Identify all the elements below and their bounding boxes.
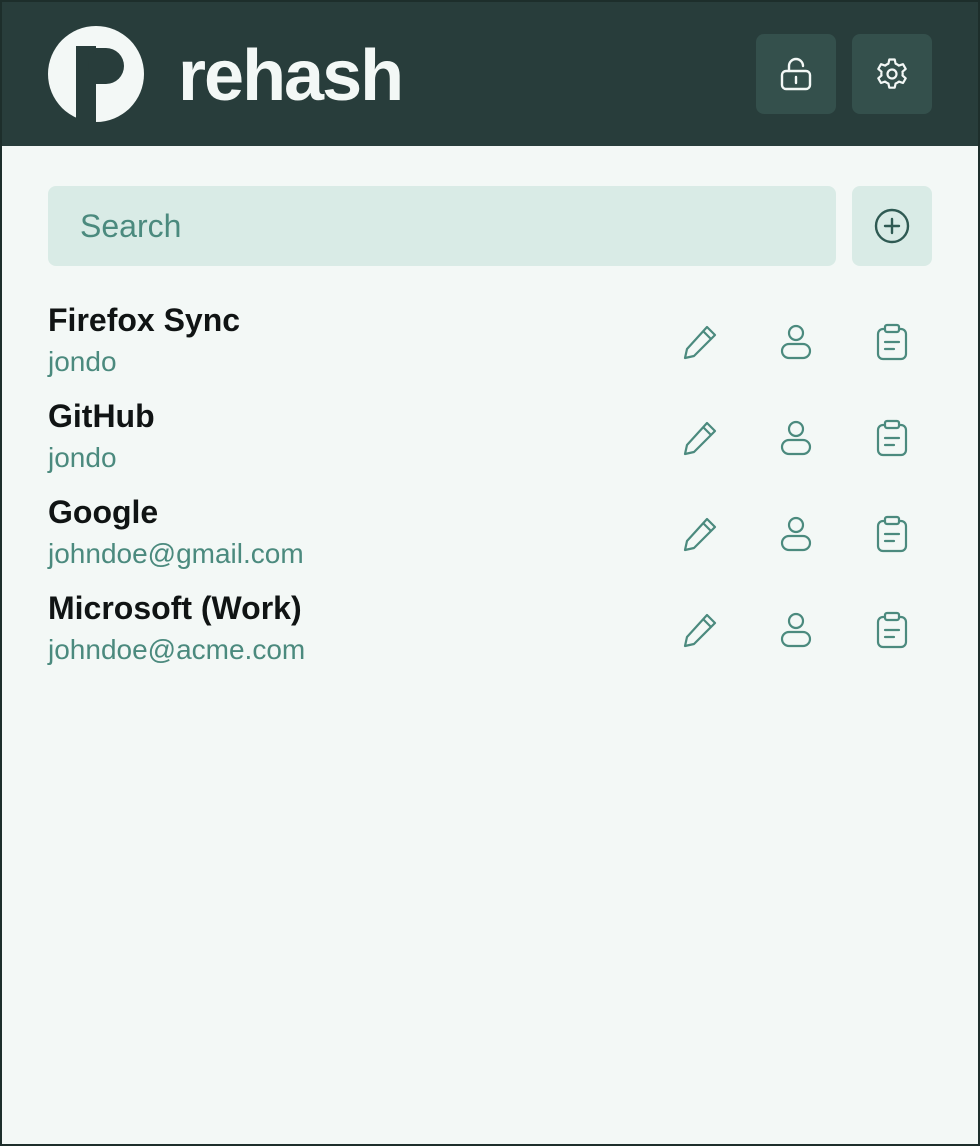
- copy-password-button[interactable]: [852, 406, 932, 470]
- list-item: Google johndoe@gmail.com: [48, 486, 932, 582]
- add-entry-button[interactable]: [852, 186, 932, 266]
- pencil-icon: [683, 325, 717, 360]
- entry-name: Microsoft (Work): [48, 590, 302, 626]
- entry-text: GitHub jondo: [48, 396, 628, 478]
- user-icon: [780, 516, 812, 552]
- copy-username-button[interactable]: [756, 310, 836, 374]
- pencil-icon: [683, 517, 717, 552]
- copy-password-button[interactable]: [852, 310, 932, 374]
- entry-actions: [660, 502, 932, 566]
- entry-name: Firefox Sync: [48, 302, 241, 338]
- entry-actions: [660, 406, 932, 470]
- pencil-icon: [683, 613, 717, 648]
- header-bar: rehash: [2, 0, 978, 146]
- plus-circle-icon: [874, 208, 910, 244]
- search-input[interactable]: [48, 186, 836, 266]
- user-icon: [780, 324, 812, 360]
- edit-button[interactable]: [660, 598, 740, 662]
- rehash-logo: [48, 26, 144, 122]
- list-item: Firefox Sync jondo: [48, 294, 932, 390]
- settings-button[interactable]: [852, 34, 932, 114]
- entry-username: johndoe@gmail.com: [48, 538, 304, 569]
- copy-username-button[interactable]: [756, 598, 836, 662]
- edit-button[interactable]: [660, 502, 740, 566]
- edit-button[interactable]: [660, 406, 740, 470]
- copy-username-button[interactable]: [756, 502, 836, 566]
- entry-name: GitHub: [48, 398, 155, 434]
- copy-password-button[interactable]: [852, 502, 932, 566]
- entry-text: Google johndoe@gmail.com: [48, 492, 628, 574]
- unlocked-padlock-icon: [780, 57, 812, 91]
- brand-name: rehash: [178, 36, 404, 116]
- entry-actions: [660, 310, 932, 374]
- list-item: GitHub jondo: [48, 390, 932, 486]
- list-item: Microsoft (Work) johndoe@acme.com: [48, 582, 932, 678]
- user-icon: [780, 612, 812, 648]
- entry-username: johndoe@acme.com: [48, 634, 306, 665]
- entry-name: Google: [48, 494, 159, 530]
- entry-list: Firefox Sync jondo GitHub jondo Google j…: [48, 294, 932, 678]
- search-row: [48, 186, 932, 266]
- edit-button[interactable]: [660, 310, 740, 374]
- copy-password-button[interactable]: [852, 598, 932, 662]
- user-icon: [780, 420, 812, 456]
- entry-actions: [660, 598, 932, 662]
- clipboard-icon: [876, 323, 908, 361]
- gear-icon: [877, 58, 907, 89]
- entry-text: Firefox Sync jondo: [48, 300, 628, 382]
- entry-text: Microsoft (Work) johndoe@acme.com: [48, 588, 628, 670]
- copy-username-button[interactable]: [756, 406, 836, 470]
- pencil-icon: [683, 421, 717, 456]
- clipboard-icon: [876, 515, 908, 553]
- clipboard-icon: [876, 419, 908, 457]
- lock-button[interactable]: [756, 34, 836, 114]
- entry-username: jondo: [48, 442, 117, 473]
- clipboard-icon: [876, 611, 908, 649]
- entry-username: jondo: [48, 346, 117, 377]
- app-window: rehash Firefox: [0, 0, 980, 1146]
